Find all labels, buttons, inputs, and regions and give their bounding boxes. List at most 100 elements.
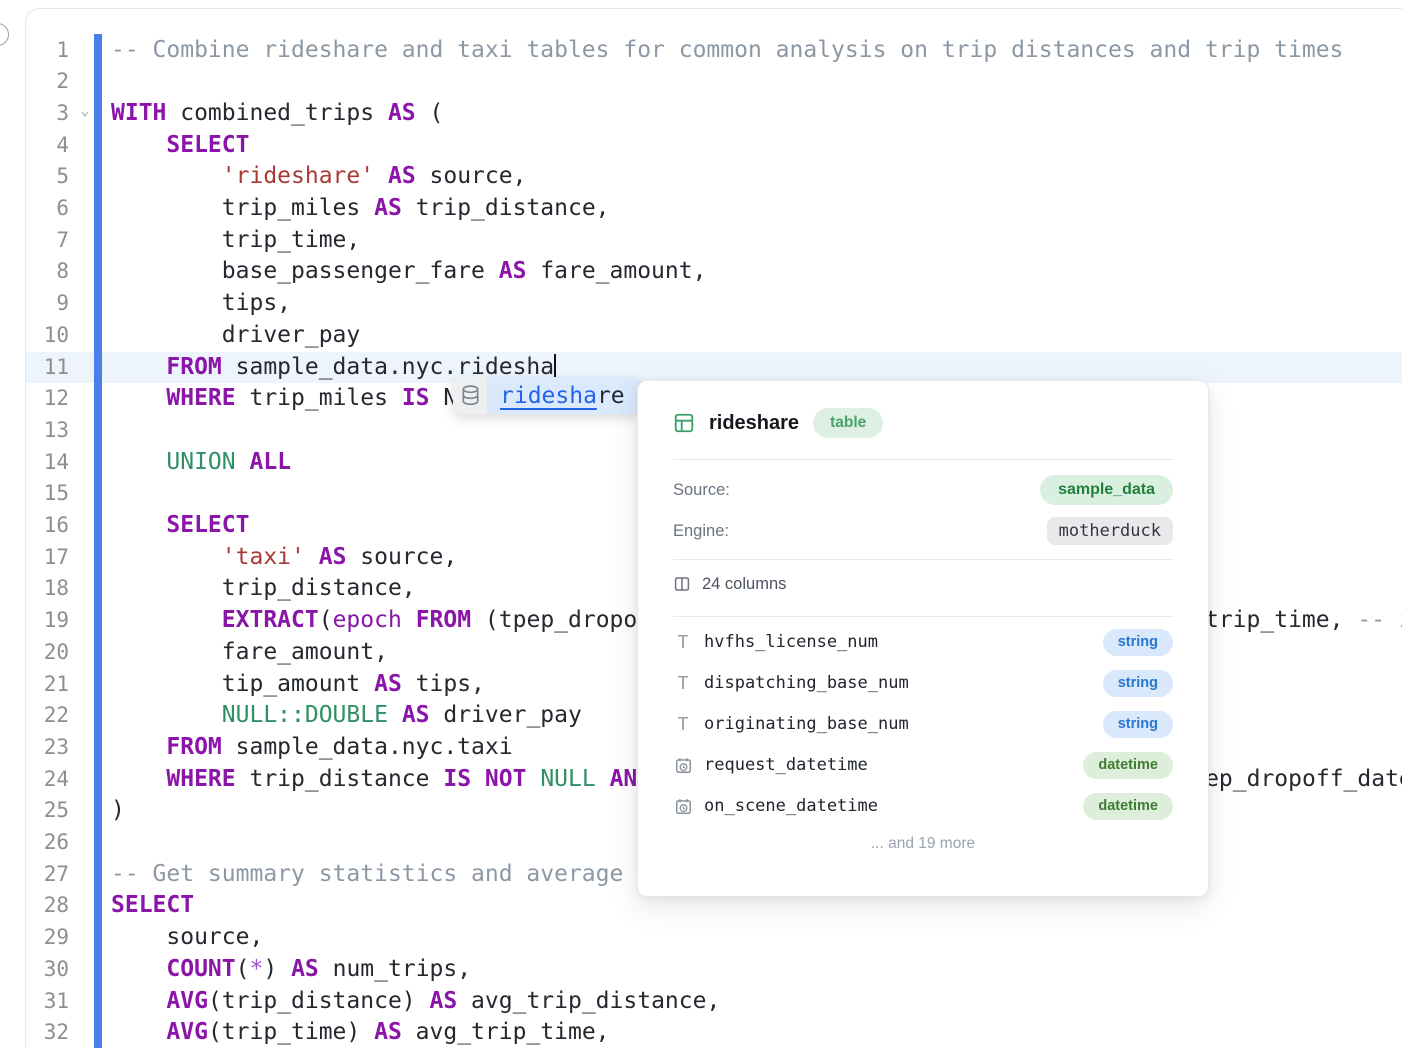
code-line[interactable]: 6 trip_miles AS trip_distance,	[26, 193, 1402, 225]
line-number[interactable]: 25	[26, 795, 69, 827]
line-number[interactable]: 32	[26, 1017, 69, 1049]
code-line[interactable]: 11 FROM sample_data.nyc.ridesha	[26, 352, 1402, 384]
autocomplete-popup[interactable]: rideshare	[453, 377, 640, 414]
code-line[interactable]: 10 driver_pay	[26, 320, 1402, 352]
code-line[interactable]: 32 AVG(trip_time) AS avg_trip_time,	[26, 1017, 1402, 1049]
code-token	[402, 607, 416, 633]
code-line[interactable]: 2	[26, 66, 1402, 98]
code-token	[111, 766, 166, 792]
code-token: fare_amount,	[111, 639, 388, 665]
divider	[673, 459, 1173, 460]
code-line[interactable]: 4 SELECT	[26, 130, 1402, 162]
code-token: (	[236, 956, 250, 982]
code-text: SELECT	[111, 510, 249, 542]
code-token	[111, 512, 166, 538]
code-line[interactable]: 30 COUNT(*) AS num_trips,	[26, 954, 1402, 986]
columns-list: Thvfhs_license_numstringTdispatching_bas…	[673, 617, 1173, 821]
code-token: *	[250, 956, 264, 982]
code-token: )	[111, 797, 125, 823]
code-token: num_trips,	[319, 956, 471, 982]
line-number[interactable]: 14	[26, 447, 69, 479]
code-token	[111, 449, 166, 475]
line-number[interactable]: 3	[26, 98, 69, 130]
code-text: COUNT(*) AS num_trips,	[111, 954, 471, 986]
code-token: 'taxi'	[222, 544, 305, 570]
line-number[interactable]: 28	[26, 890, 69, 922]
line-number[interactable]: 2	[26, 66, 69, 98]
line-number[interactable]: 22	[26, 700, 69, 732]
line-number[interactable]: 26	[26, 827, 69, 859]
fold-chevron-icon[interactable]: ⌄	[76, 96, 94, 128]
line-number[interactable]: 8	[26, 256, 69, 288]
column-name: request_datetime	[704, 755, 1083, 775]
code-line[interactable]: 7 trip_time,	[26, 225, 1402, 257]
code-token: AVG	[166, 1019, 208, 1045]
code-token	[305, 544, 319, 570]
line-number[interactable]: 24	[26, 764, 69, 796]
code-token: tips,	[402, 671, 485, 697]
code-token: -- Combine rideshare and taxi tables for…	[111, 37, 1343, 63]
code-token: source,	[416, 163, 527, 189]
code-line[interactable]: 5 'rideshare' AS source,	[26, 161, 1402, 193]
line-number[interactable]: 20	[26, 637, 69, 669]
line-number[interactable]: 30	[26, 954, 69, 986]
line-number[interactable]: 16	[26, 510, 69, 542]
code-text: AVG(trip_time) AS avg_trip_time,	[111, 1017, 610, 1049]
code-line[interactable]: 29 source,	[26, 922, 1402, 954]
code-line[interactable]: 9 tips,	[26, 288, 1402, 320]
code-token: source,	[111, 924, 263, 950]
code-token: avg_trip_distance,	[457, 988, 720, 1014]
line-number[interactable]: 27	[26, 859, 69, 891]
table-type-badge: table	[813, 408, 883, 438]
autocomplete-item-rideshare[interactable]: rideshare	[487, 377, 640, 414]
code-token: (trip_time)	[208, 1019, 374, 1045]
line-number[interactable]: 31	[26, 986, 69, 1018]
code-token: )	[263, 956, 291, 982]
column-type-badge: string	[1103, 711, 1173, 738]
line-number[interactable]: 19	[26, 605, 69, 637]
line-number[interactable]: 6	[26, 193, 69, 225]
code-line[interactable]: 3⌄WITH combined_trips AS (	[26, 98, 1402, 130]
source-row: Source: sample_data	[673, 475, 1173, 505]
line-number[interactable]: 12	[26, 383, 69, 415]
code-token	[111, 607, 222, 633]
column-type-badge: string	[1103, 629, 1173, 656]
code-token: avg_trip_time,	[402, 1019, 610, 1045]
code-token: trip_distance	[236, 766, 444, 792]
code-text: -- Combine rideshare and taxi tables for…	[111, 35, 1343, 67]
line-number[interactable]: 15	[26, 478, 69, 510]
code-token: FROM	[166, 354, 221, 380]
code-line[interactable]: 31 AVG(trip_distance) AS avg_trip_distan…	[26, 986, 1402, 1018]
line-number[interactable]: 13	[26, 415, 69, 447]
columns-count-label: 24 columns	[702, 575, 786, 594]
line-number[interactable]: 4	[26, 130, 69, 162]
code-token	[111, 956, 166, 982]
code-line[interactable]: 1 -- Combine rideshare and taxi tables fo…	[26, 35, 1402, 67]
line-number[interactable]: 21	[26, 669, 69, 701]
line-number[interactable]: 23	[26, 732, 69, 764]
line-number[interactable]: 9	[26, 288, 69, 320]
code-token	[111, 132, 166, 158]
line-number[interactable]: 7	[26, 225, 69, 257]
code-token: source,	[346, 544, 457, 570]
line-number[interactable]: 11	[26, 352, 69, 384]
table-info-card: rideshare table Source: sample_data Engi…	[637, 380, 1209, 897]
line-number[interactable]: 18	[26, 573, 69, 605]
line-number[interactable]: 29	[26, 922, 69, 954]
code-text: driver_pay	[111, 320, 360, 352]
code-line[interactable]: 8 base_passenger_fare AS fare_amount,	[26, 256, 1402, 288]
code-token: driver_pay	[430, 702, 582, 728]
code-token: epoch	[333, 607, 402, 633]
code-text: trip_time,	[111, 225, 360, 257]
line-number[interactable]: 1	[26, 35, 69, 67]
line-number[interactable]: 17	[26, 542, 69, 574]
code-token: EXTRACT	[222, 607, 319, 633]
code-token: base_passenger_fare	[111, 258, 499, 284]
line-number[interactable]: 10	[26, 320, 69, 352]
database-icon	[453, 377, 487, 414]
code-token: NULL	[540, 766, 595, 792]
line-number[interactable]: 5	[26, 161, 69, 193]
code-token	[111, 1019, 166, 1045]
collapsed-panel-handle[interactable]	[0, 23, 9, 46]
code-token	[111, 702, 222, 728]
